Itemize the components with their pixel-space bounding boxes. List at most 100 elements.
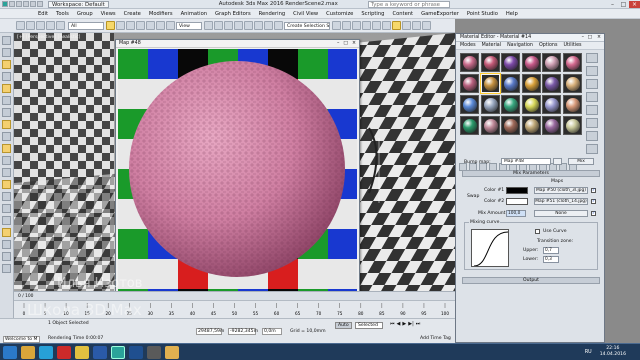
map2-checkbox[interactable]: ✓: [591, 199, 596, 204]
rendered-frame-window-icon[interactable]: [412, 21, 421, 30]
menu-views[interactable]: Views: [101, 11, 116, 17]
material-sample-slot[interactable]: [460, 53, 479, 72]
maximize-icon[interactable]: □: [618, 1, 629, 8]
tool-icon[interactable]: [2, 264, 11, 273]
z-coord-field[interactable]: 0,0m: [262, 328, 282, 335]
selected-dropdown[interactable]: Selected: [355, 322, 383, 329]
material-sample-slot[interactable]: [480, 116, 500, 135]
snaps-toggle-icon[interactable]: [234, 21, 243, 30]
open-icon[interactable]: [16, 1, 22, 7]
tool-icon[interactable]: [2, 180, 11, 189]
tool-icon[interactable]: [2, 240, 11, 249]
material-sample-slot[interactable]: [562, 116, 582, 135]
tool-icon[interactable]: [2, 96, 11, 105]
menu-tools[interactable]: Tools: [56, 11, 69, 17]
taskbar-clock[interactable]: 22:16 14.04.2016: [600, 346, 626, 358]
layer-explorer-icon[interactable]: [352, 21, 361, 30]
maximize-icon[interactable]: □: [343, 40, 348, 48]
menu-modes[interactable]: Modes: [460, 42, 476, 50]
tool-icon[interactable]: [2, 132, 11, 141]
window-crossing-icon[interactable]: [136, 21, 145, 30]
background-icon[interactable]: [586, 79, 598, 89]
start-button-icon[interactable]: [3, 345, 17, 359]
new-icon[interactable]: [9, 1, 15, 7]
taskbar-photoshop-icon[interactable]: [129, 345, 143, 359]
time-slider[interactable]: 0 / 100: [14, 291, 455, 300]
tool-icon[interactable]: [2, 168, 11, 177]
mix-map-checkbox[interactable]: ✓: [591, 211, 596, 216]
material-sample-slot[interactable]: [501, 116, 520, 135]
map1-button[interactable]: Map #50 (cloth_3l.jpg): [534, 187, 588, 194]
unlink-icon[interactable]: [46, 21, 55, 30]
tool-icon[interactable]: [2, 36, 11, 45]
menu-content[interactable]: Content: [392, 11, 413, 17]
render-setup-icon[interactable]: [402, 21, 411, 30]
tool-icon[interactable]: [2, 84, 11, 93]
menu-graph-editors[interactable]: Graph Editors: [215, 11, 251, 17]
material-sample-slot[interactable]: [521, 53, 541, 72]
app-icon[interactable]: [2, 1, 8, 7]
material-sample-slot[interactable]: [501, 53, 520, 72]
tool-icon[interactable]: [2, 156, 11, 165]
link-icon[interactable]: [36, 21, 45, 30]
menu-rendering[interactable]: Rendering: [259, 11, 286, 17]
map2-button[interactable]: Map #51 (cloth_14.jpg): [534, 198, 588, 205]
undo-icon[interactable]: [16, 21, 25, 30]
align-icon[interactable]: [342, 21, 351, 30]
tool-icon[interactable]: [2, 192, 11, 201]
menu-create[interactable]: Create: [124, 11, 141, 17]
mix-amount-spinner[interactable]: 100,0: [506, 210, 526, 217]
material-sample-slot[interactable]: [501, 74, 520, 93]
menu-group[interactable]: Group: [77, 11, 93, 17]
menu-options[interactable]: Options: [539, 42, 558, 50]
material-sample-slot[interactable]: [542, 53, 561, 72]
make-preview-icon[interactable]: [586, 118, 598, 128]
taskbar-folder-icon[interactable]: [165, 345, 179, 359]
angle-snap-icon[interactable]: [244, 21, 253, 30]
menu-help[interactable]: Help: [506, 11, 518, 17]
material-sample-slot[interactable]: [460, 95, 479, 114]
pivot-center-icon[interactable]: [204, 21, 213, 30]
menu-navigation[interactable]: Navigation: [507, 42, 533, 50]
menu-animation[interactable]: Animation: [181, 11, 207, 17]
material-sample-slot[interactable]: [480, 95, 500, 114]
material-sample-slot[interactable]: [542, 74, 561, 93]
material-sample-slot[interactable]: [562, 74, 582, 93]
menu-point-studio[interactable]: Point Studio: [467, 11, 498, 17]
map1-checkbox[interactable]: ✓: [591, 188, 596, 193]
reference-coord-dropdown[interactable]: View: [176, 21, 202, 30]
render-production-icon[interactable]: [422, 21, 431, 30]
selection-filter-dropdown[interactable]: All: [68, 21, 104, 30]
keyboard-shortcut-icon[interactable]: [224, 21, 233, 30]
search-input[interactable]: Type a keyword or phrase: [367, 0, 450, 8]
curve-editor-icon[interactable]: [372, 21, 381, 30]
tool-icon[interactable]: [2, 108, 11, 117]
menu-customize[interactable]: Customize: [326, 11, 353, 17]
menu-utilities[interactable]: Utilities: [563, 42, 581, 50]
menu-gameexporter[interactable]: GameExporter: [421, 11, 459, 17]
tool-icon[interactable]: [2, 72, 11, 81]
minimize-icon[interactable]: –: [337, 40, 339, 48]
taskbar-skype-icon[interactable]: [39, 345, 53, 359]
color1-swatch[interactable]: [506, 187, 528, 194]
named-selection-sets-dropdown[interactable]: Create Selection Se: [284, 21, 330, 30]
menu-civil-view[interactable]: Civil View: [293, 11, 318, 17]
next-frame-icon[interactable]: ▶|: [408, 321, 414, 327]
taskbar-explorer-icon[interactable]: [21, 345, 35, 359]
taskbar-chrome-icon[interactable]: [75, 345, 89, 359]
tool-icon[interactable]: [2, 120, 11, 129]
close-icon[interactable]: ×: [629, 0, 640, 8]
ribbon-icon[interactable]: [362, 21, 371, 30]
color2-swatch[interactable]: [506, 198, 528, 205]
use-curve-checkbox[interactable]: [535, 229, 540, 234]
material-sample-slot[interactable]: [562, 53, 582, 72]
material-sample-slot[interactable]: [479, 73, 501, 94]
taskbar-opera-icon[interactable]: [57, 345, 71, 359]
select-by-name-icon[interactable]: [116, 21, 125, 30]
material-sample-slot[interactable]: [460, 74, 479, 93]
upper-spinner[interactable]: 0,7: [543, 247, 559, 254]
menu-material[interactable]: Material: [482, 42, 502, 50]
menu-scripting[interactable]: Scripting: [361, 11, 384, 17]
close-icon[interactable]: ×: [597, 34, 601, 42]
backlight-icon[interactable]: [586, 66, 598, 76]
